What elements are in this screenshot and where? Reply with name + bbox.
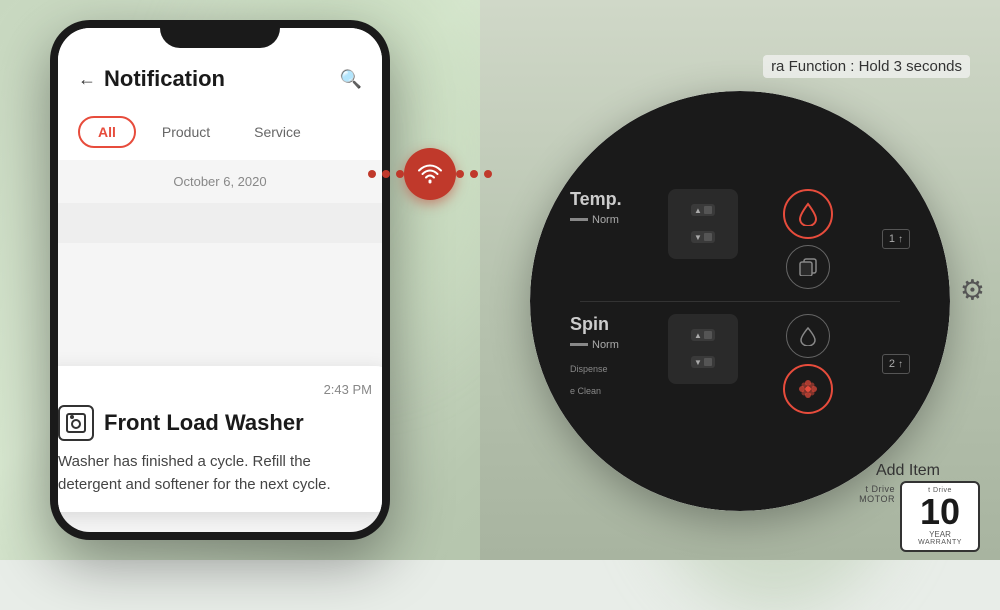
dispense-label: Dispense — [570, 364, 608, 374]
spin-ctrl[interactable]: ▲ ▼ — [668, 314, 738, 384]
up-arrow-icon: ▲ — [694, 206, 702, 215]
dot2 — [382, 170, 390, 178]
wifi-connector — [368, 148, 492, 200]
spin-down-btn[interactable]: ▼ — [691, 356, 715, 368]
norm-dot — [570, 218, 588, 221]
dot6 — [484, 170, 492, 178]
warranty-year: YEAR — [929, 530, 951, 539]
wifi-circle — [404, 148, 456, 200]
back-button[interactable]: ← Notification — [78, 66, 225, 92]
warranty-badge: t Drive 10 YEAR WARRANTY — [900, 481, 980, 552]
temp-ctrl[interactable]: ▲ ▼ — [668, 189, 738, 259]
copy-icon — [786, 245, 830, 289]
dot-line-right — [456, 170, 492, 178]
water-droplet-outline-icon — [786, 314, 830, 358]
row1-num: 1 — [889, 233, 895, 245]
add-item-label: Add Item — [876, 462, 940, 480]
temp-label: Temp. — [570, 189, 660, 210]
phone-screen: ← Notification 🔍 All Product Service Oct… — [58, 28, 382, 532]
spin-label: Spin — [570, 314, 660, 335]
dot-line-left — [368, 170, 404, 178]
notification-message: Washer has finished a cycle. Refill the … — [58, 451, 372, 496]
water-droplet-icon-red — [783, 189, 833, 239]
search-icon[interactable]: 🔍 — [340, 69, 362, 90]
device-name: Front Load Washer — [104, 410, 304, 436]
drive-motor-text: t Drive MOTOR — [859, 484, 895, 504]
row2-num: 2 — [889, 358, 895, 370]
filter-tabs: All Product Service — [58, 104, 382, 160]
magnifier-circle: Temp. Norm ▲ ▼ — [530, 91, 950, 511]
notification-title: Notification — [104, 66, 225, 92]
extra-function-label: ra Function : Hold 3 seconds — [763, 55, 970, 78]
down-arrow-icon: ▼ — [694, 233, 702, 242]
panel-divider-1 — [580, 301, 900, 302]
tab-service[interactable]: Service — [236, 118, 319, 146]
up-arrow-icon-2: ▲ — [694, 331, 702, 340]
gear-icon[interactable]: ⚙ — [960, 273, 985, 306]
notification-time: 2:43 PM — [58, 382, 372, 397]
back-arrow-icon: ← — [78, 69, 96, 90]
dot3 — [396, 170, 404, 178]
panel-row-spin: Spin Norm Dispense e Clean ▲ — [570, 314, 910, 414]
panel-content: Temp. Norm ▲ ▼ — [530, 91, 950, 511]
temp-norm-label: Norm — [592, 214, 619, 226]
notification-card: 2:43 PM Front Load Washer Washer has fin… — [58, 366, 382, 512]
notification-card-title: Front Load Washer — [58, 405, 372, 441]
warranty-bottom-text: WARRANTY — [918, 539, 962, 546]
phone-notch — [160, 20, 280, 48]
temp-norm: Norm — [570, 214, 660, 226]
phone: ← Notification 🔍 All Product Service Oct… — [50, 20, 390, 540]
panel-row-temp: Temp. Norm ▲ ▼ — [570, 189, 910, 289]
flower-icon-red — [783, 364, 833, 414]
washer-icon — [58, 405, 94, 441]
norm-dot-2 — [570, 343, 588, 346]
dot5 — [470, 170, 478, 178]
spin-up-btn[interactable]: ▲ — [691, 329, 715, 341]
warranty-number: 10 — [920, 494, 960, 530]
panel-temp-label: Temp. Norm — [570, 189, 660, 289]
down-arrow-icon-2: ▼ — [694, 358, 702, 367]
dot1 — [368, 170, 376, 178]
temp-up-btn[interactable]: ▲ — [691, 204, 715, 216]
clean-label: e Clean — [570, 386, 601, 396]
spin-norm-label: Norm — [592, 339, 619, 351]
spin-norm: Norm — [570, 339, 660, 351]
notification-date: October 6, 2020 — [58, 160, 382, 203]
temp-down-btn[interactable]: ▼ — [691, 231, 715, 243]
panel-spin-label: Spin Norm Dispense e Clean — [570, 314, 660, 414]
tab-product[interactable]: Product — [144, 118, 228, 146]
dot4 — [456, 170, 464, 178]
machine-panel: ra Function : Hold 3 seconds Temp. Norm … — [480, 0, 1000, 560]
tab-all[interactable]: All — [78, 116, 136, 148]
